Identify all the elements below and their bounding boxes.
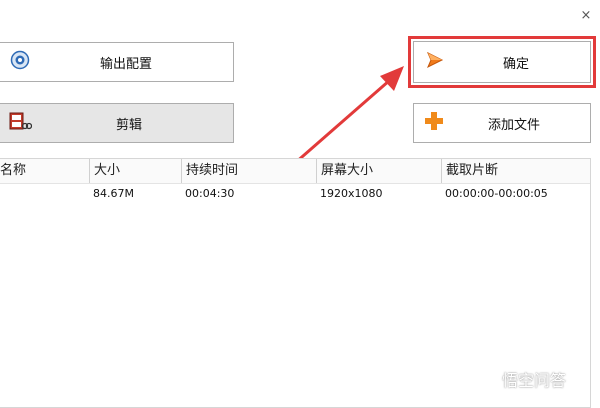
cell-resolution: 1920x1080 [320,187,383,200]
watermark-text: 悟空问答 [502,371,567,390]
watermark: 悟空问答 [480,368,594,390]
cell-duration: 00:04:30 [185,187,235,200]
film-edit-icon [8,110,33,136]
column-header-size[interactable]: 大小 [89,159,181,183]
column-header-name[interactable]: 名称 [0,159,85,183]
column-header-resolution[interactable]: 屏幕大小 [316,159,441,183]
cell-size: 84.67M [93,187,134,200]
clip-button[interactable]: 剪辑 [0,103,234,143]
clip-label: 剪辑 [116,117,143,133]
table-row[interactable]: 84.67M 00:04:30 1920x1080 00:00:00-00:00… [0,184,590,204]
plus-icon [423,110,445,136]
cell-name [0,184,89,204]
table-header: 名称 大小 持续时间 屏幕大小 截取片断 [0,159,590,184]
output-config-label: 输出配置 [100,56,153,72]
gear-icon [10,50,30,74]
column-header-clip[interactable]: 截取片断 [441,159,592,183]
output-config-button[interactable]: 输出配置 [0,42,234,82]
column-header-duration[interactable]: 持续时间 [181,159,316,183]
add-file-label: 添加文件 [488,117,541,133]
chat-bubble-icon [481,372,497,387]
cell-clip: 00:00:00-00:00:05 [445,187,548,200]
add-file-button[interactable]: 添加文件 [413,103,591,143]
close-icon[interactable]: × [578,8,594,24]
highlight-box [408,36,596,88]
